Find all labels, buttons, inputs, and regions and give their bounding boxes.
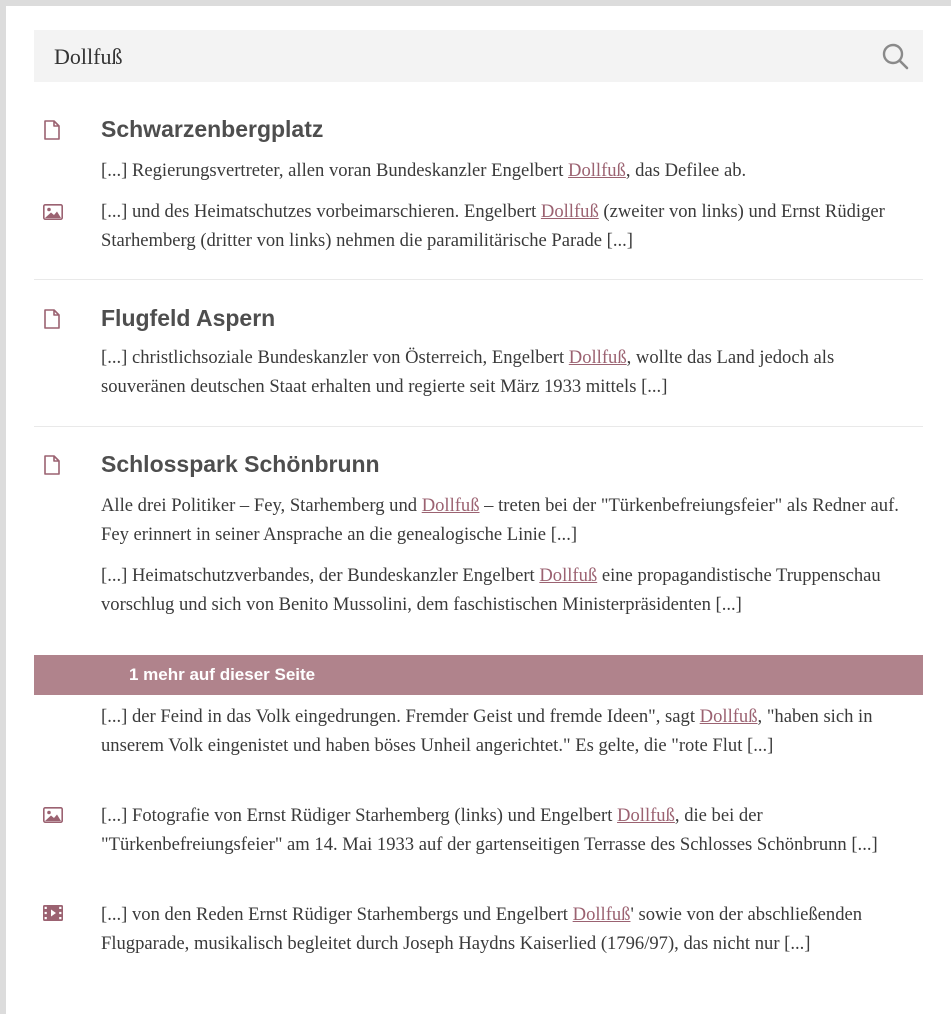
highlight-link[interactable]: Dollfuß: [539, 565, 597, 586]
highlight-link[interactable]: Dollfuß: [422, 495, 480, 516]
result-snippet: [...] Regierungsvertreter, allen voran B…: [101, 160, 747, 181]
result-title[interactable]: Schwarzenbergplatz: [101, 116, 323, 143]
search-bar: [34, 30, 923, 82]
result-snippet: [...] Fotografie von Ernst Rüdiger Starh…: [101, 805, 878, 855]
divider: [34, 279, 923, 280]
result-snippet: [...] Heimatschutzverbandes, der Bundesk…: [101, 565, 881, 615]
result-title[interactable]: Flugfeld Aspern: [101, 305, 275, 332]
image-icon: [43, 204, 63, 220]
result-snippet: [...] christlichsoziale Bundeskanzler vo…: [101, 347, 835, 397]
divider: [34, 426, 923, 427]
document-icon: [44, 455, 60, 475]
document-icon: [44, 309, 60, 329]
result-snippet: [...] der Feind in das Volk eingedrungen…: [101, 706, 873, 756]
highlight-link[interactable]: Dollfuß: [573, 904, 631, 925]
result-snippet: [...] von den Reden Ernst Rüdiger Starhe…: [101, 904, 863, 954]
image-icon: [43, 807, 63, 823]
search-results-panel: Schwarzenbergplatz [...] Regierungsvertr…: [6, 6, 951, 1014]
search-icon[interactable]: [881, 42, 909, 70]
result-snippet: Alle drei Politiker – Fey, Starhemberg u…: [101, 495, 899, 545]
highlight-link[interactable]: Dollfuß: [568, 160, 626, 181]
more-on-page-bar[interactable]: 1 mehr auf dieser Seite: [34, 655, 923, 695]
result-title[interactable]: Schlosspark Schönbrunn: [101, 451, 380, 478]
highlight-link[interactable]: Dollfuß: [617, 805, 675, 826]
more-on-page-label: 1 mehr auf dieser Seite: [129, 665, 316, 684]
highlight-link[interactable]: Dollfuß: [569, 347, 627, 368]
highlight-link[interactable]: Dollfuß: [541, 201, 599, 222]
document-icon: [44, 120, 60, 140]
video-icon: [43, 905, 63, 921]
search-input[interactable]: [52, 38, 856, 76]
result-snippet: [...] und des Heimatschutzes vorbeimarsc…: [101, 201, 885, 251]
highlight-link[interactable]: Dollfuß: [700, 706, 758, 727]
